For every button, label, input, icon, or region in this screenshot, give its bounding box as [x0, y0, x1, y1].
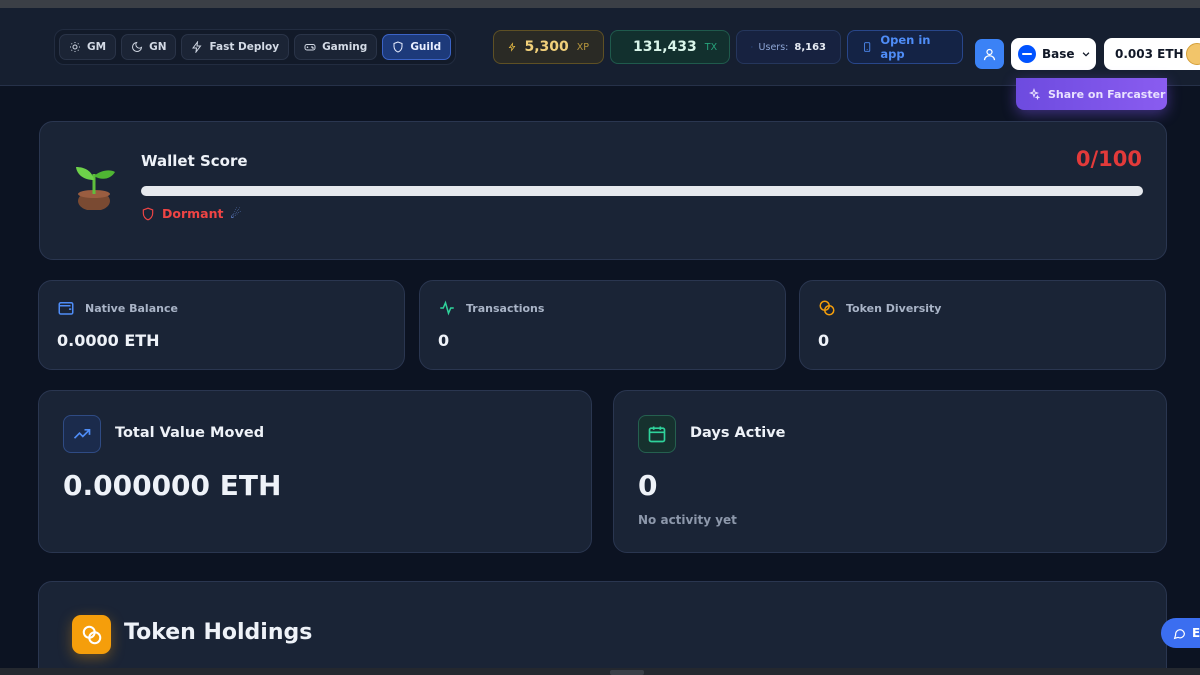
xp-value: 5,300 — [524, 39, 569, 55]
token-diversity-value: 0 — [818, 331, 830, 350]
nav-gm-button[interactable]: GM — [59, 34, 117, 60]
tx-value: 131,433 — [633, 39, 697, 55]
moon-icon — [132, 41, 143, 52]
gamepad-icon — [304, 44, 316, 51]
user-icon — [983, 48, 996, 60]
lightning-icon — [192, 41, 202, 53]
wallet-score-value: 0/100 — [1075, 147, 1142, 171]
wallet-balance-label: 0.003 ETH — [1115, 47, 1184, 61]
lightning-icon — [508, 42, 516, 52]
transactions-card: Transactions 0 — [419, 280, 786, 370]
wallet-score-progress-bar — [141, 186, 1143, 196]
nav-fast-deploy-label: Fast Deploy — [209, 41, 280, 53]
open-in-app-label: Open in app — [880, 33, 931, 61]
nav-gaming-label: Gaming — [322, 41, 368, 53]
nav-gn-label: GN — [149, 41, 167, 53]
trending-up-icon-badge — [63, 415, 101, 453]
share-label: Share on Farcaster — [1048, 87, 1166, 101]
tx-counter: 131,433 TX — [610, 30, 730, 64]
nav-gaming-button[interactable]: Gaming — [294, 34, 378, 60]
comet-icon: ☄ — [230, 206, 242, 221]
total-value-moved-title: Total Value Moved — [115, 425, 265, 441]
sparkles-icon — [1028, 88, 1040, 100]
horizontal-scrollbar[interactable] — [0, 668, 1200, 675]
users-value: 8,163 — [794, 41, 826, 53]
share-on-farcaster-button[interactable]: Share on Farcaster — [1016, 78, 1167, 110]
shield-icon — [142, 207, 154, 220]
days-active-subtitle: No activity yet — [638, 513, 737, 527]
profile-button[interactable] — [975, 39, 1004, 69]
nav-guild-button[interactable]: Guild — [382, 34, 452, 60]
window-top-strip — [0, 0, 1200, 8]
transactions-label: Transactions — [466, 301, 545, 315]
native-balance-card: Native Balance 0.0000 ETH — [38, 280, 405, 370]
chat-bubble-icon — [1173, 628, 1185, 639]
xp-counter: 5,300 XP — [493, 30, 604, 64]
coins-icon-badge — [72, 615, 111, 654]
total-value-moved-card: Total Value Moved 0.000000 ETH — [38, 390, 592, 553]
wallet-status-label: Dormant — [162, 206, 224, 221]
trending-up-icon — [73, 429, 91, 439]
top-navigation-bar: GM GN Fast Deploy Gaming Guild 5,300 XP … — [0, 8, 1200, 86]
users-icon — [751, 46, 753, 48]
chevron-down-icon — [1082, 52, 1089, 57]
wallet-icon — [58, 302, 74, 315]
tx-unit: TX — [704, 41, 718, 53]
nav-guild-label: Guild — [410, 41, 442, 53]
mode-nav-group: GM GN Fast Deploy Gaming Guild — [54, 29, 457, 65]
total-value-moved-value: 0.000000 ETH — [63, 469, 282, 502]
nav-gn-button[interactable]: GN — [121, 34, 177, 60]
chat-button[interactable]: E — [1161, 618, 1200, 648]
users-label: Users: — [758, 41, 789, 53]
seedling-icon — [76, 167, 115, 210]
wallet-balance-button[interactable]: 0.003 ETH — [1104, 38, 1200, 70]
users-counter: Users: 8,163 — [736, 30, 841, 64]
smartphone-icon — [864, 42, 871, 52]
days-active-card: Days Active 0 No activity yet — [613, 390, 1167, 553]
transactions-value: 0 — [438, 331, 450, 350]
calendar-icon-badge — [638, 415, 676, 453]
nav-gm-label: GM — [87, 41, 107, 53]
coins-icon — [819, 300, 835, 316]
native-balance-value: 0.0000 ETH — [57, 331, 160, 350]
xp-unit: XP — [576, 41, 589, 53]
sun-icon — [70, 42, 80, 52]
wallet-score-title: Wallet Score — [141, 152, 248, 170]
calendar-icon — [648, 426, 666, 443]
token-holdings-card: Token Holdings — [38, 581, 1167, 675]
wallet-avatar — [1186, 43, 1200, 65]
wallet-score-card: Wallet Score 0/100 Dormant ☄ — [39, 121, 1167, 260]
coins-icon — [82, 625, 101, 644]
native-balance-label: Native Balance — [85, 301, 178, 315]
chat-button-label: E — [1192, 626, 1200, 640]
nav-fast-deploy-button[interactable]: Fast Deploy — [181, 34, 290, 60]
network-label: Base — [1042, 47, 1075, 61]
shield-icon — [393, 41, 403, 53]
base-network-icon — [1018, 45, 1036, 63]
days-active-value: 0 — [638, 469, 658, 502]
open-in-app-button[interactable]: Open in app — [847, 30, 963, 64]
wallet-status: Dormant ☄ — [141, 206, 241, 221]
activity-icon — [440, 300, 454, 316]
token-diversity-card: Token Diversity 0 — [799, 280, 1166, 370]
days-active-title: Days Active — [690, 425, 786, 441]
scrollbar-thumb[interactable] — [610, 670, 644, 675]
network-selector[interactable]: Base — [1011, 38, 1096, 70]
token-diversity-label: Token Diversity — [846, 301, 942, 315]
token-holdings-title: Token Holdings — [124, 620, 313, 645]
